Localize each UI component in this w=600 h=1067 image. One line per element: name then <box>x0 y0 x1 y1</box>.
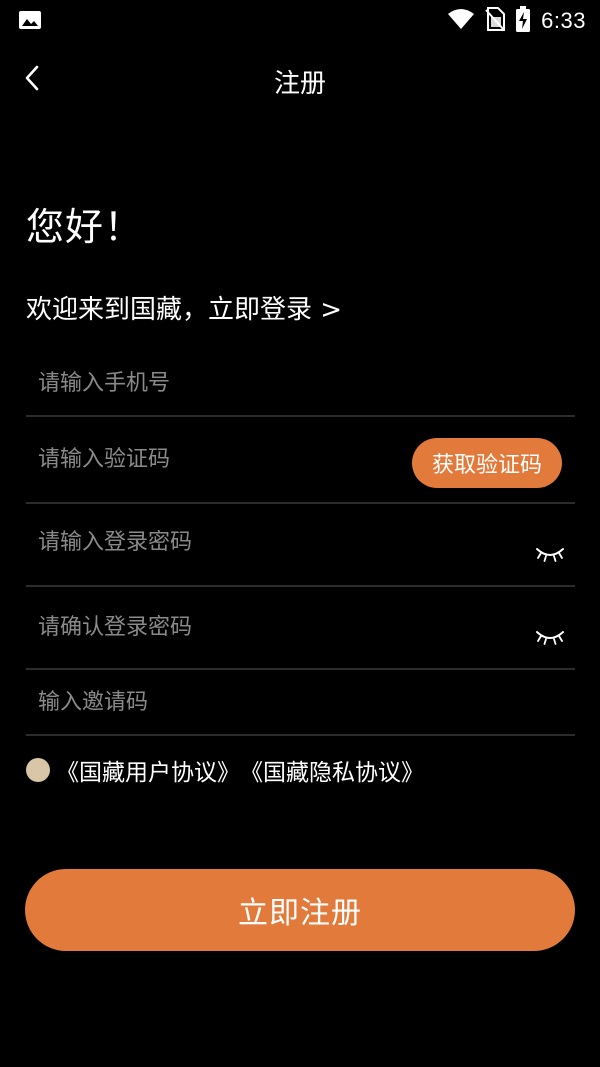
welcome-row: 欢迎来到国藏， 立即登录 > <box>26 289 342 326</box>
password-field <box>26 510 575 587</box>
status-icons: 6:33 <box>447 6 586 36</box>
register-screen: 6:33 注册 您好！ 欢迎来到国藏， 立即登录 > 获取验证码 <box>0 0 600 1067</box>
greeting-heading: 您好！ <box>26 205 144 249</box>
login-link[interactable]: 立即登录 > <box>208 289 342 326</box>
wifi-icon <box>447 8 475 34</box>
status-bar: 6:33 <box>0 0 600 44</box>
agreement-radio[interactable] <box>26 758 50 782</box>
eye-closed-icon[interactable] <box>535 628 565 648</box>
image-notification-icon <box>18 10 42 30</box>
get-code-button[interactable]: 获取验证码 <box>412 438 562 488</box>
agreement-row: 《国藏用户协议》 《国藏隐私协议》 <box>26 753 424 787</box>
code-input[interactable] <box>38 447 398 472</box>
welcome-text: 欢迎来到国藏， <box>26 295 209 325</box>
invite-input[interactable] <box>38 690 398 715</box>
status-time: 6:33 <box>541 8 586 33</box>
phone-input[interactable] <box>38 371 398 396</box>
privacy-agreement-link[interactable]: 《国藏隐私协议》 <box>240 753 424 787</box>
confirm-password-field <box>26 595 575 670</box>
code-field: 获取验证码 <box>26 430 575 504</box>
eye-closed-icon[interactable] <box>535 545 565 565</box>
invite-field <box>26 676 575 736</box>
no-sim-icon <box>485 7 506 35</box>
phone-field <box>26 355 575 417</box>
title-bar: 注册 <box>0 50 600 110</box>
register-button[interactable]: 立即注册 <box>25 869 575 951</box>
password-input[interactable] <box>38 530 398 555</box>
page-title: 注册 <box>273 69 326 99</box>
battery-charging-icon <box>515 6 531 36</box>
confirm-password-input[interactable] <box>38 615 398 640</box>
user-agreement-link[interactable]: 《国藏用户协议》 <box>56 753 240 787</box>
